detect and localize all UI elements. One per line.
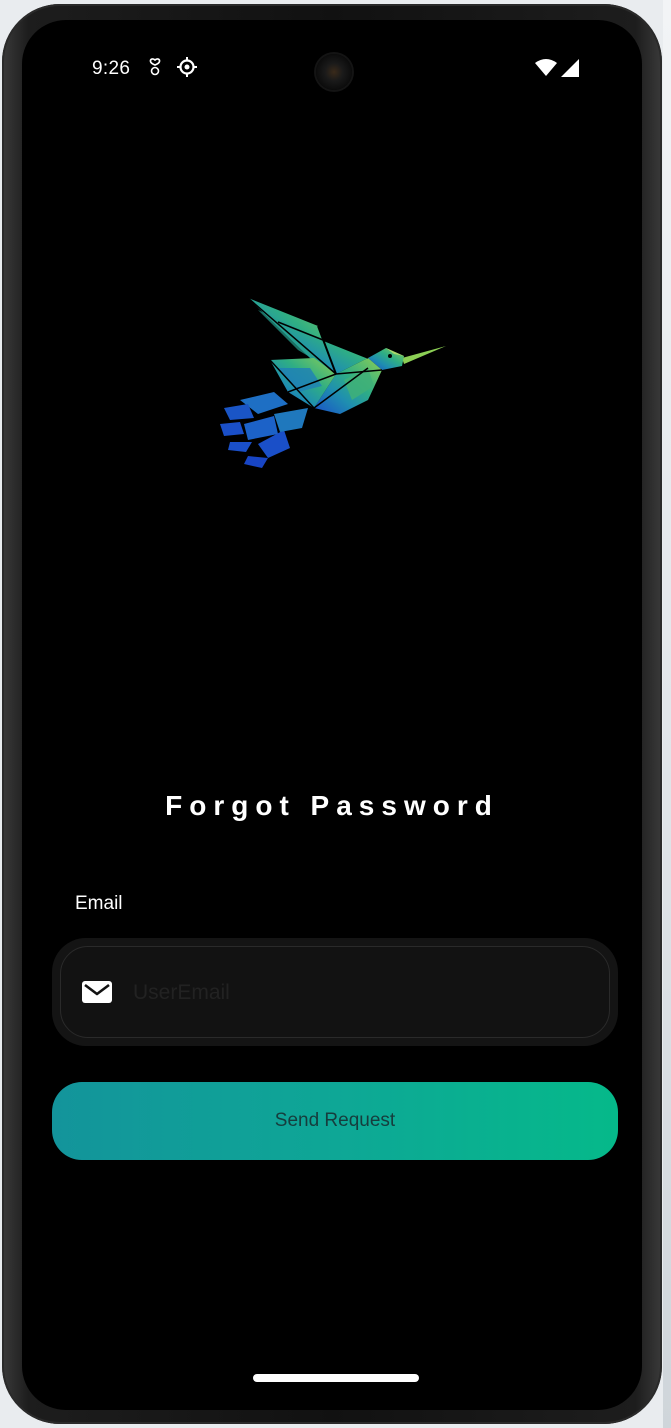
email-label: Email <box>75 893 123 914</box>
status-bar: 9:26 <box>22 20 642 120</box>
settings-gear-icon <box>177 57 197 77</box>
hummingbird-logo-icon <box>220 297 446 468</box>
page-title: Forgot Password <box>165 790 499 821</box>
email-input[interactable] <box>131 967 595 1019</box>
background-edge <box>663 0 671 1428</box>
email-field-container <box>52 938 618 1046</box>
home-indicator[interactable] <box>253 1374 419 1382</box>
front-camera <box>316 54 352 90</box>
mail-icon <box>82 981 112 1003</box>
phone-frame: 9:26 Forgot Password Email UserEmail Sen… <box>2 4 662 1424</box>
cellular-signal-icon <box>561 59 579 77</box>
email-field-frame <box>60 946 610 1038</box>
wifi-icon <box>535 59 557 76</box>
send-request-button[interactable]: Send Request <box>52 1082 618 1160</box>
status-time: 9:26 <box>92 58 131 79</box>
heart-notification-icon <box>149 58 161 76</box>
app-screen: 9:26 Forgot Password Email UserEmail Sen… <box>22 20 642 1410</box>
